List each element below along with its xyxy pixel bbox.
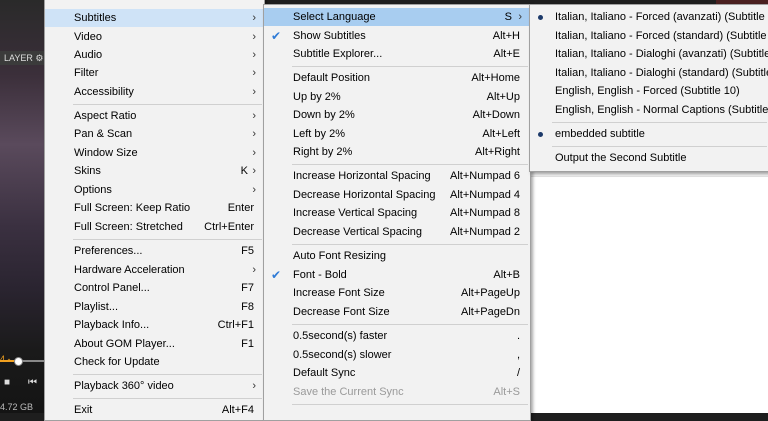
chevron-right-icon: › (252, 49, 256, 61)
menu-separator (73, 104, 262, 105)
menu-item-select-language[interactable]: Select Language S › (264, 8, 530, 26)
background-window (528, 170, 768, 413)
menu-item-subtitle-explorer[interactable]: Subtitle Explorer... Alt+E (264, 45, 530, 63)
menu-item-auto-font-resizing[interactable]: Auto Font Resizing (264, 247, 530, 265)
menu-item-fullscreen-keep-ratio[interactable]: Full Screen: Keep Ratio Enter (45, 199, 264, 217)
menu-item-aspect-ratio[interactable]: Aspect Ratio › (45, 107, 264, 125)
menu-item-up-2[interactable]: Up by 2% Alt+Up (264, 88, 530, 106)
menu-item-pan-scan[interactable]: Pan & Scan › (45, 125, 264, 143)
language-item-subtitle-9[interactable]: Italian, Italiano - Dialoghi (standard) … (530, 64, 768, 82)
menu-item-options[interactable]: Options › (45, 181, 264, 199)
stop-icon[interactable]: ■ (4, 377, 10, 388)
menu-item-preferences[interactable]: Preferences... F5 (45, 242, 264, 260)
language-item-subtitle-10[interactable]: English, English - Forced (Subtitle 10) (530, 82, 768, 100)
menu-item-increase-font[interactable]: Increase Font Size Alt+PageUp (264, 284, 530, 302)
menu-item-decrease-h-spacing[interactable]: Decrease Horizontal Spacing Alt+Numpad 4 (264, 186, 530, 204)
menu-item-save-sync: Save the Current Sync Alt+S (293, 386, 520, 398)
menu-item-faster[interactable]: 0.5second(s) faster . (264, 327, 530, 345)
language-item-subtitle-8[interactable]: Italian, Italiano - Dialoghi (avanzati) … (530, 45, 768, 63)
language-item-second-subtitle[interactable]: Output the Second Subtitle (530, 149, 768, 167)
menu-item-audio[interactable]: Audio › (45, 46, 264, 64)
menu-item-playback-info[interactable]: Playback Info... Ctrl+F1 (45, 316, 264, 334)
menu-separator (552, 146, 767, 147)
language-item-subtitle-6[interactable]: Italian, Italiano - Forced (avanzati) (S… (530, 8, 768, 26)
language-item-embedded[interactable]: embedded subtitle (530, 125, 768, 143)
menu-item-subtitles[interactable]: Subtitles › (45, 9, 264, 27)
chevron-right-icon: › (252, 12, 256, 24)
menu-item-playback-360[interactable]: Playback 360° video › (45, 377, 264, 395)
file-size: 4.72 GB (0, 402, 34, 412)
menu-separator (73, 398, 262, 399)
menu-separator (292, 244, 528, 245)
menu-separator (552, 122, 767, 123)
submenu-subtitles: Select Language S › ✔ Show Subtitles Alt… (263, 4, 531, 421)
chevron-right-icon: › (518, 11, 522, 23)
radio-selected-icon (538, 15, 543, 20)
chevron-right-icon: › (252, 264, 256, 276)
menu-item-video[interactable]: Video › (45, 28, 264, 46)
menu-item-fullscreen-stretched[interactable]: Full Screen: Stretched Ctrl+Enter (45, 218, 264, 236)
seek-handle[interactable] (14, 357, 23, 366)
submenu-select-language: Italian, Italiano - Forced (avanzati) (S… (529, 4, 768, 172)
menu-item-increase-v-spacing[interactable]: Increase Vertical Spacing Alt+Numpad 8 (264, 204, 530, 222)
menu-item-accessibility[interactable]: Accessibility › (45, 83, 264, 101)
menu-item-left-2[interactable]: Left by 2% Alt+Left (264, 125, 530, 143)
checkmark-icon: ✔ (271, 29, 282, 43)
previous-icon[interactable]: ⏮ (28, 377, 37, 388)
menu-item-skins[interactable]: Skins K › (45, 162, 264, 180)
menu-separator (73, 374, 262, 375)
menu-item-increase-h-spacing[interactable]: Increase Horizontal Spacing Alt+Numpad 6 (264, 167, 530, 185)
checkmark-icon: ✔ (271, 268, 282, 282)
chevron-right-icon: › (252, 165, 256, 177)
chevron-right-icon: › (252, 110, 256, 122)
menu-separator (292, 164, 528, 165)
menu-item-check-update[interactable]: Check for Update (45, 353, 264, 371)
chevron-right-icon: › (252, 147, 256, 159)
radio-selected-icon (538, 132, 543, 137)
menu-item-window-size[interactable]: Window Size › (45, 144, 264, 162)
menu-item-default-position[interactable]: Default Position Alt+Home (264, 69, 530, 87)
menu-item-right-2[interactable]: Right by 2% Alt+Right (264, 143, 530, 161)
chevron-right-icon: › (252, 184, 256, 196)
menu-item-down-2[interactable]: Down by 2% Alt+Down (264, 106, 530, 124)
chevron-right-icon: › (252, 380, 256, 392)
menu-item-decrease-font[interactable]: Decrease Font Size Alt+PageDn (264, 303, 530, 321)
menu-item-slower[interactable]: 0.5second(s) slower , (264, 346, 530, 364)
menu-separator (292, 324, 528, 325)
menu-separator (292, 404, 528, 405)
language-item-subtitle-7[interactable]: Italian, Italiano - Forced (standard) (S… (530, 27, 768, 45)
menu-item-exit[interactable]: Exit Alt+F4 (45, 401, 264, 419)
menu-separator (292, 66, 528, 67)
chevron-right-icon: › (252, 128, 256, 140)
chevron-right-icon: › (252, 86, 256, 98)
seek-time: 4 - (0, 354, 11, 364)
chevron-right-icon: › (252, 31, 256, 43)
menu-item-default-sync[interactable]: Default Sync / (264, 364, 530, 382)
language-item-subtitle-11[interactable]: English, English - Normal Captions (Subt… (530, 101, 768, 119)
menu-item-font-bold[interactable]: ✔ Font - Bold Alt+B (264, 266, 530, 284)
menu-separator (73, 239, 262, 240)
menu-item-hardware-acceleration[interactable]: Hardware Acceleration › (45, 261, 264, 279)
menu-item-decrease-v-spacing[interactable]: Decrease Vertical Spacing Alt+Numpad 2 (264, 223, 530, 241)
menu-item-about[interactable]: About GOM Player... F1 (45, 335, 264, 353)
chevron-right-icon: › (252, 67, 256, 79)
menu-item-filter[interactable]: Filter › (45, 64, 264, 82)
context-menu-main: Subtitles › Video › Audio › Filter › Acc… (44, 0, 265, 421)
menu-item-show-subtitles[interactable]: ✔ Show Subtitles Alt+H (264, 27, 530, 45)
menu-item-playlist[interactable]: Playlist... F8 (45, 298, 264, 316)
player-logo-badge: LAYER ⚙ (0, 51, 48, 65)
menu-item-control-panel[interactable]: Control Panel... F7 (45, 279, 264, 297)
